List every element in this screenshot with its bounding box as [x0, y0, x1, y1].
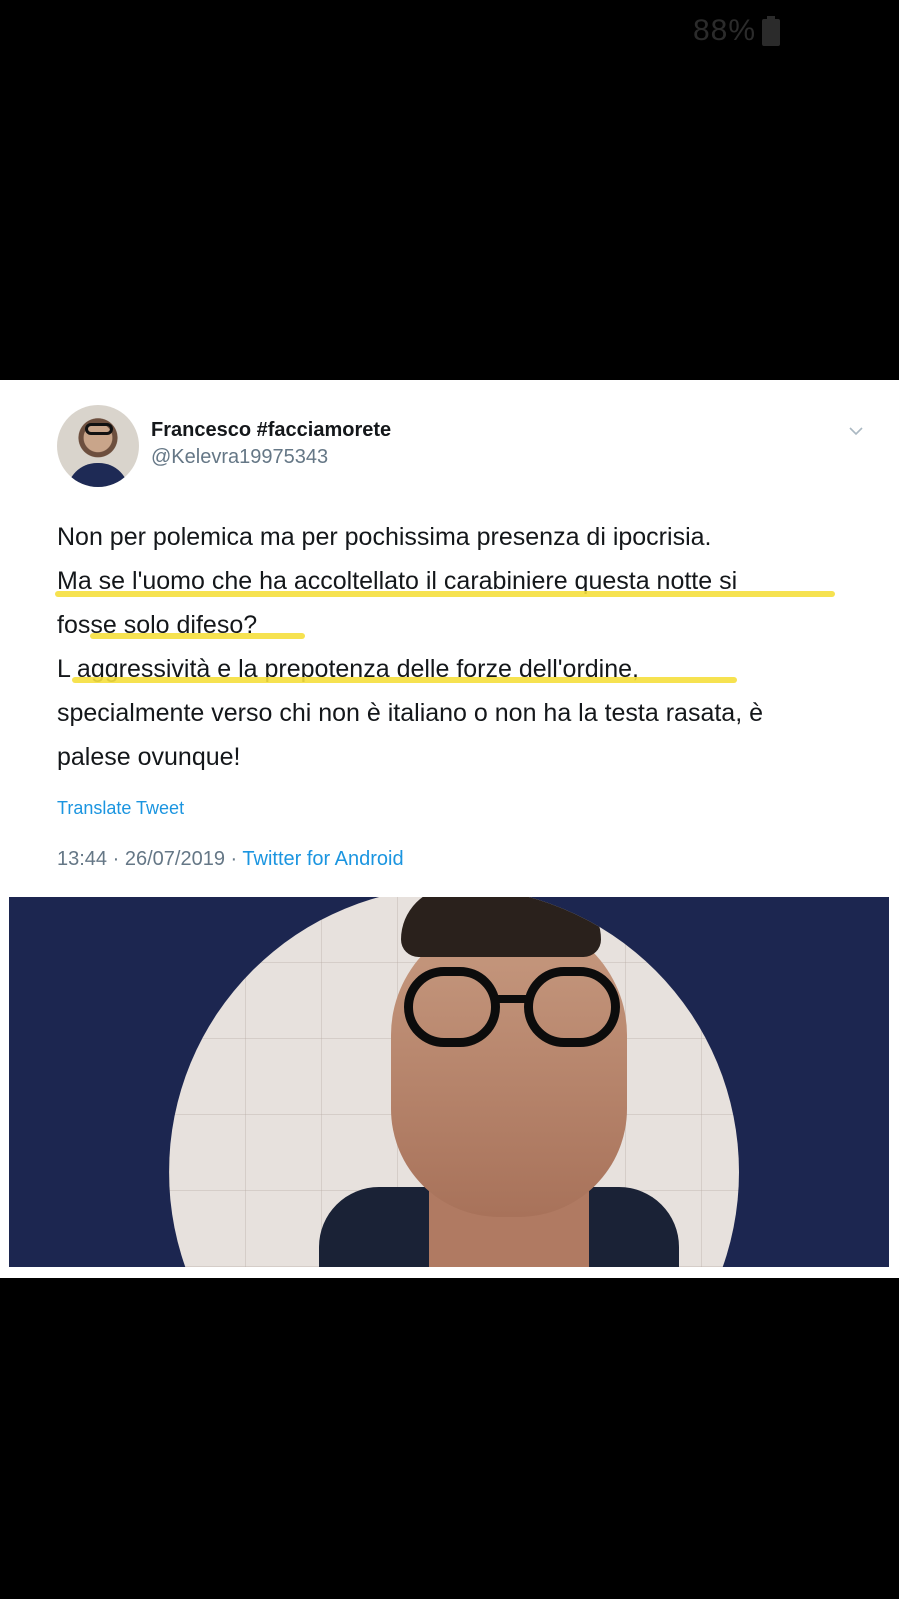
translate-tweet-link[interactable]: Translate Tweet: [57, 798, 184, 819]
tweet-text: Non per polemica ma per pochissima prese…: [57, 515, 857, 779]
highlight-underline: [90, 633, 305, 639]
tweet-source-link[interactable]: Twitter for Android: [242, 848, 403, 870]
tweet-text-line: fosse solo difeso?: [57, 611, 258, 639]
battery-icon: [762, 16, 781, 46]
highlight-underline: [55, 591, 835, 597]
status-bar: 88%: [693, 14, 781, 48]
tweet-date: 26/07/2019: [124, 848, 225, 870]
tweet-text-line: L aggressività e la prepotenza delle for…: [57, 655, 639, 683]
tweet-text-line: Non per polemica ma per pochissima prese…: [57, 523, 712, 551]
tweet-media-image[interactable]: [9, 897, 889, 1267]
highlight-underline: [72, 677, 737, 683]
tweet-card: Francesco #facciamorete @Kelevra19975343…: [0, 380, 899, 1278]
display-name[interactable]: Francesco #facciamorete: [151, 419, 391, 442]
profile-photo: [169, 897, 739, 1267]
meta-separator: ·: [230, 848, 238, 870]
tweet-metadata: 13:44 · 26/07/2019 · Twitter for Android: [57, 848, 404, 871]
battery-percentage: 88%: [693, 14, 757, 47]
user-handle[interactable]: @Kelevra19975343: [151, 446, 328, 469]
meta-separator: ·: [112, 848, 120, 870]
avatar[interactable]: [57, 405, 139, 487]
chevron-down-icon[interactable]: [847, 422, 865, 440]
tweet-time: 13:44: [57, 848, 108, 870]
tweet-text-line: specialmente verso chi non è italiano o …: [57, 699, 763, 727]
tweet-text-line: palese ovunque!: [57, 743, 241, 771]
